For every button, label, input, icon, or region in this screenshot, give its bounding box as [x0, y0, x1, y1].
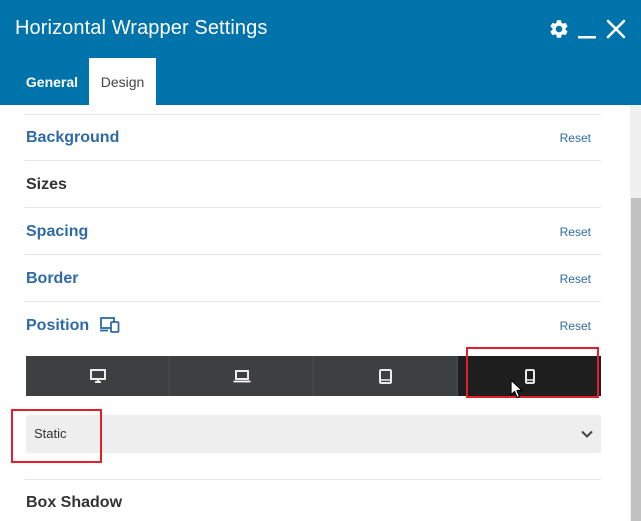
close-icon[interactable]: [606, 19, 626, 39]
panel-title: Horizontal Wrapper Settings: [15, 17, 268, 39]
chevron-down-icon: [581, 430, 593, 438]
annotation-highlight-mobile: [466, 347, 599, 398]
position-reset-link[interactable]: Reset: [560, 319, 591, 333]
device-tablet-button[interactable]: [314, 356, 458, 396]
desktop-icon: [89, 369, 106, 383]
section-border-title[interactable]: Border: [26, 270, 78, 288]
section-box-shadow-title[interactable]: Box Shadow: [26, 494, 122, 512]
divider: [25, 207, 601, 208]
device-desktop-button[interactable]: [26, 356, 170, 396]
scrollbar-thumb[interactable]: [631, 198, 641, 521]
minimize-icon[interactable]: [578, 18, 596, 40]
divider: [25, 160, 601, 161]
spacing-reset-link[interactable]: Reset: [560, 225, 591, 239]
device-laptop-button[interactable]: [170, 356, 314, 396]
divider: [25, 301, 601, 302]
tablet-icon: [379, 368, 392, 384]
laptop-icon: [233, 369, 250, 382]
section-spacing-title[interactable]: Spacing: [26, 223, 88, 241]
position-select[interactable]: Static: [26, 415, 601, 453]
tab-general[interactable]: General: [15, 58, 89, 105]
divider: [25, 114, 601, 115]
tab-design[interactable]: Design: [89, 58, 156, 105]
annotation-highlight-static: [11, 409, 102, 463]
divider: [25, 254, 601, 255]
section-position-title[interactable]: Position: [26, 317, 89, 335]
mouse-cursor-icon: [510, 379, 523, 399]
border-reset-link[interactable]: Reset: [560, 272, 591, 286]
background-reset-link[interactable]: Reset: [560, 131, 591, 145]
responsive-devices-icon[interactable]: [100, 317, 120, 333]
panel-header: Horizontal Wrapper Settings General Desi…: [0, 0, 641, 105]
divider: [25, 479, 601, 480]
gear-icon[interactable]: [548, 18, 570, 40]
section-sizes-title[interactable]: Sizes: [26, 176, 67, 194]
section-background-title[interactable]: Background: [26, 129, 119, 147]
